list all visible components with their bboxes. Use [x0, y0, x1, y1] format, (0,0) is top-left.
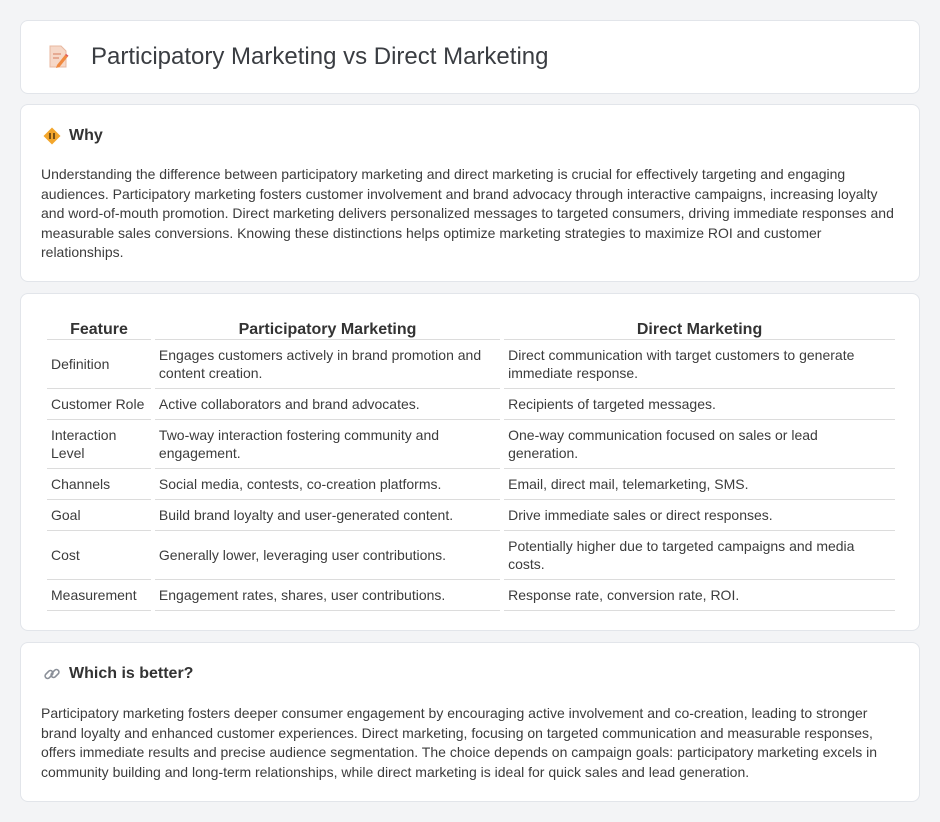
document-edit-icon — [49, 45, 69, 68]
why-text: Understanding the difference between par… — [41, 166, 894, 260]
table-row: Interaction Level Two-way interaction fo… — [47, 420, 895, 469]
why-heading: Why — [43, 127, 103, 145]
row-direct: One-way communication focused on sales o… — [504, 420, 895, 469]
row-participatory: Build brand loyalty and user-generated c… — [154, 500, 501, 531]
row-participatory: Engages customers actively in brand prom… — [154, 340, 501, 389]
row-feature: Customer Role — [47, 389, 151, 420]
row-direct: Drive immediate sales or direct response… — [504, 500, 895, 531]
which-better-section: Which is better? Participatory marketing… — [20, 642, 920, 802]
row-direct: Direct communication with target custome… — [504, 340, 895, 389]
why-section: Why Understanding the difference between… — [20, 104, 920, 282]
better-heading: Which is better? — [43, 665, 193, 683]
why-title: Why — [69, 127, 103, 144]
row-participatory: Generally lower, leveraging user contrib… — [154, 531, 501, 580]
row-feature: Channels — [47, 469, 151, 500]
row-participatory: Engagement rates, shares, user contribut… — [154, 580, 501, 611]
header-feature: Feature — [47, 314, 151, 340]
comparison-table: Feature Participatory Marketing Direct M… — [43, 314, 899, 611]
row-feature: Measurement — [47, 580, 151, 611]
link-icon — [44, 668, 60, 680]
row-feature: Interaction Level — [47, 420, 151, 469]
header-participatory: Participatory Marketing — [154, 314, 501, 340]
row-participatory: Active collaborators and brand advocates… — [154, 389, 501, 420]
table-row: Customer Role Active collaborators and b… — [47, 389, 895, 420]
row-participatory: Social media, contests, co-creation plat… — [154, 469, 501, 500]
row-feature: Definition — [47, 340, 151, 389]
table-row: Definition Engages customers actively in… — [47, 340, 895, 389]
table-row: Channels Social media, contests, co-crea… — [47, 469, 895, 500]
better-title: Which is better? — [69, 665, 194, 682]
row-participatory: Two-way interaction fostering community … — [154, 420, 501, 469]
comparison-section: Feature Participatory Marketing Direct M… — [20, 293, 920, 631]
row-feature: Goal — [47, 500, 151, 531]
table-row: Measurement Engagement rates, shares, us… — [47, 580, 895, 611]
header-direct: Direct Marketing — [504, 314, 895, 340]
table-row: Goal Build brand loyalty and user-genera… — [47, 500, 895, 531]
row-direct: Potentially higher due to targeted campa… — [504, 531, 895, 580]
page-header: Participatory Marketing vs Direct Market… — [47, 43, 548, 71]
table-header-row: Feature Participatory Marketing Direct M… — [47, 314, 895, 340]
header-card: Participatory Marketing vs Direct Market… — [20, 20, 920, 94]
page-title: Participatory Marketing vs Direct Market… — [91, 43, 549, 70]
diamond-signal-icon — [43, 127, 61, 145]
row-feature: Cost — [47, 531, 151, 580]
row-direct: Email, direct mail, telemarketing, SMS. — [504, 469, 895, 500]
row-direct: Recipients of targeted messages. — [504, 389, 895, 420]
table-row: Cost Generally lower, leveraging user co… — [47, 531, 895, 580]
row-direct: Response rate, conversion rate, ROI. — [504, 580, 895, 611]
better-text: Participatory marketing fosters deeper c… — [41, 705, 878, 780]
